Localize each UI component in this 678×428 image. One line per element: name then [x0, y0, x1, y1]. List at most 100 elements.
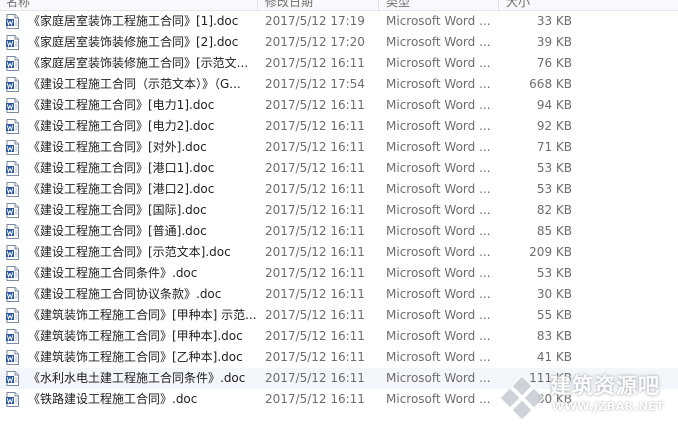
file-type: Microsoft Word ... — [386, 140, 490, 154]
word-document-icon — [6, 98, 19, 113]
file-row[interactable]: 《建筑装饰工程施工合同》[甲种本].doc 2017/5/12 16:11 Micr… — [0, 326, 678, 347]
file-size: 71 KB — [536, 140, 572, 154]
file-type: Microsoft Word ... — [386, 35, 490, 49]
word-document-icon — [6, 224, 19, 239]
file-modified-date: 2017/5/12 16:11 — [265, 287, 365, 301]
file-row[interactable]: 《建筑装饰工程施工合同》[乙种本].doc 2017/5/12 16:11 Micr… — [0, 347, 678, 368]
file-type: Microsoft Word ... — [386, 119, 490, 133]
file-type: Microsoft Word ... — [386, 245, 490, 259]
file-type: Microsoft Word ... — [386, 14, 490, 28]
file-name: 《建设工程施工合同》[示范文本].doc — [28, 245, 231, 259]
file-type: Microsoft Word ... — [386, 182, 490, 196]
file-modified-date: 2017/5/12 16:11 — [265, 119, 365, 133]
file-size: 94 KB — [536, 98, 572, 112]
watermark-url: WWW.JZBAR.NET — [552, 400, 665, 413]
file-row[interactable]: 《建设工程施工合同协议条款》.doc 2017/5/12 16:11 Microso… — [0, 284, 678, 305]
file-modified-date: 2017/5/12 16:11 — [265, 182, 365, 196]
file-type: Microsoft Word ... — [386, 308, 490, 322]
file-size: 53 KB — [536, 266, 572, 280]
watermark: 建筑资源吧 WWW.JZBAR.NET — [498, 370, 678, 428]
file-size: 39 KB — [536, 35, 572, 49]
file-size: 33 KB — [536, 14, 572, 28]
word-document-icon — [6, 392, 19, 407]
word-document-icon — [6, 119, 19, 134]
column-header-type[interactable]: 类型 — [386, 0, 410, 10]
file-size: 209 KB — [529, 245, 572, 259]
file-type: Microsoft Word ... — [386, 203, 490, 217]
file-row[interactable]: 《建设工程施工合同》[对外].doc 2017/5/12 16:11 Microso… — [0, 137, 678, 158]
file-row[interactable]: 《家庭居室装饰装修施工合同》[示范文... 2017/5/12 16:11 Micr… — [0, 53, 678, 74]
file-size: 668 KB — [529, 77, 572, 91]
column-header-size[interactable]: 大小 — [506, 0, 530, 10]
file-modified-date: 2017/5/12 16:11 — [265, 140, 365, 154]
file-type: Microsoft Word ... — [386, 371, 490, 385]
file-size: 30 KB — [536, 287, 572, 301]
file-name: 《建筑装饰工程施工合同》[甲种本] 示范... — [28, 308, 256, 322]
file-row[interactable]: 《建筑装饰工程施工合同》[甲种本] 示范... 2017/5/12 16:11 Mi… — [0, 305, 678, 326]
file-name: 《建设工程施工合同》[电力2].doc — [28, 119, 215, 133]
file-modified-date: 2017/5/12 16:11 — [265, 203, 365, 217]
file-modified-date: 2017/5/12 17:20 — [265, 35, 365, 49]
word-document-icon — [6, 161, 19, 176]
file-name: 《建筑装饰工程施工合同》[甲种本].doc — [28, 329, 243, 343]
file-name: 《家庭居室装饰装修施工合同》[2].doc — [28, 35, 239, 49]
file-row[interactable]: 《建设工程施工合同》[电力1].doc 2017/5/12 16:11 Micros… — [0, 95, 678, 116]
column-header-name[interactable]: 名称 — [6, 0, 30, 10]
word-document-icon — [6, 266, 19, 281]
word-document-icon — [6, 14, 19, 29]
file-name: 《建设工程施工合同协议条款》.doc — [28, 287, 222, 301]
file-size: 92 KB — [536, 119, 572, 133]
file-modified-date: 2017/5/12 16:11 — [265, 266, 365, 280]
word-document-icon — [6, 56, 19, 71]
file-modified-date: 2017/5/12 16:11 — [265, 329, 365, 343]
file-size: 85 KB — [536, 224, 572, 238]
file-name: 《铁路建设工程施工合同》.doc — [28, 392, 198, 406]
word-document-icon — [6, 35, 19, 50]
word-document-icon — [6, 308, 19, 323]
file-size: 53 KB — [536, 182, 572, 196]
file-size: 53 KB — [536, 161, 572, 175]
file-modified-date: 2017/5/12 16:11 — [265, 161, 365, 175]
file-row[interactable]: 《家庭居室装饰装修施工合同》[2].doc 2017/5/12 17:20 Micr… — [0, 32, 678, 53]
file-row[interactable]: 《建设工程施工合同》[普通].doc 2017/5/12 16:11 Microso… — [0, 221, 678, 242]
word-document-icon — [6, 350, 19, 365]
file-name: 《建设工程施工合同》[港口2].doc — [28, 182, 215, 196]
file-type: Microsoft Word ... — [386, 224, 490, 238]
file-modified-date: 2017/5/12 16:11 — [265, 224, 365, 238]
file-row[interactable]: 《建设工程施工合同》[港口2].doc 2017/5/12 16:11 Micros… — [0, 179, 678, 200]
file-row[interactable]: 《建设工程施工合同（示范文本）》（G... 2017/5/12 17:54 Micr… — [0, 74, 678, 95]
word-document-icon — [6, 77, 19, 92]
file-row[interactable]: 《家庭居室装饰工程施工合同》[1].doc 2017/5/12 17:19 Micr… — [0, 11, 678, 32]
file-row[interactable]: 《建设工程施工合同》[电力2].doc 2017/5/12 16:11 Micros… — [0, 116, 678, 137]
file-row[interactable]: 《建设工程施工合同条件》.doc 2017/5/12 16:11 Microsoft… — [0, 263, 678, 284]
word-document-icon — [6, 371, 19, 386]
file-type: Microsoft Word ... — [386, 56, 490, 70]
file-type: Microsoft Word ... — [386, 266, 490, 280]
file-type: Microsoft Word ... — [386, 350, 490, 364]
file-row[interactable]: 《建设工程施工合同》[国际].doc 2017/5/12 16:11 Microso… — [0, 200, 678, 221]
file-modified-date: 2017/5/12 16:11 — [265, 392, 365, 406]
file-modified-date: 2017/5/12 16:11 — [265, 56, 365, 70]
file-name: 《家庭居室装饰装修施工合同》[示范文... — [28, 56, 249, 70]
file-name: 《建设工程施工合同（示范文本）》（G... — [28, 77, 241, 91]
word-document-icon — [6, 140, 19, 155]
column-divider[interactable] — [378, 0, 379, 10]
word-document-icon — [6, 287, 19, 302]
file-size: 76 KB — [536, 56, 572, 70]
column-header-date[interactable]: 修改日期 — [265, 0, 313, 10]
file-type: Microsoft Word ... — [386, 329, 490, 343]
file-name: 《建设工程施工合同》[对外].doc — [28, 140, 207, 154]
word-document-icon — [6, 329, 19, 344]
column-header: 名称 修改日期 类型 大小 — [0, 0, 678, 11]
file-modified-date: 2017/5/12 16:11 — [265, 98, 365, 112]
file-type: Microsoft Word ... — [386, 77, 490, 91]
file-modified-date: 2017/5/12 16:11 — [265, 308, 365, 322]
file-row[interactable]: 《建设工程施工合同》[港口1].doc 2017/5/12 16:11 Micros… — [0, 158, 678, 179]
file-modified-date: 2017/5/12 16:11 — [265, 371, 365, 385]
column-divider[interactable] — [498, 0, 499, 10]
file-name: 《建设工程施工合同条件》.doc — [28, 266, 198, 280]
file-name: 《建筑装饰工程施工合同》[乙种本].doc — [28, 350, 243, 364]
file-row[interactable]: 《建设工程施工合同》[示范文本].doc 2017/5/12 16:11 Micro… — [0, 242, 678, 263]
column-divider[interactable] — [257, 0, 258, 10]
word-document-icon — [6, 245, 19, 260]
